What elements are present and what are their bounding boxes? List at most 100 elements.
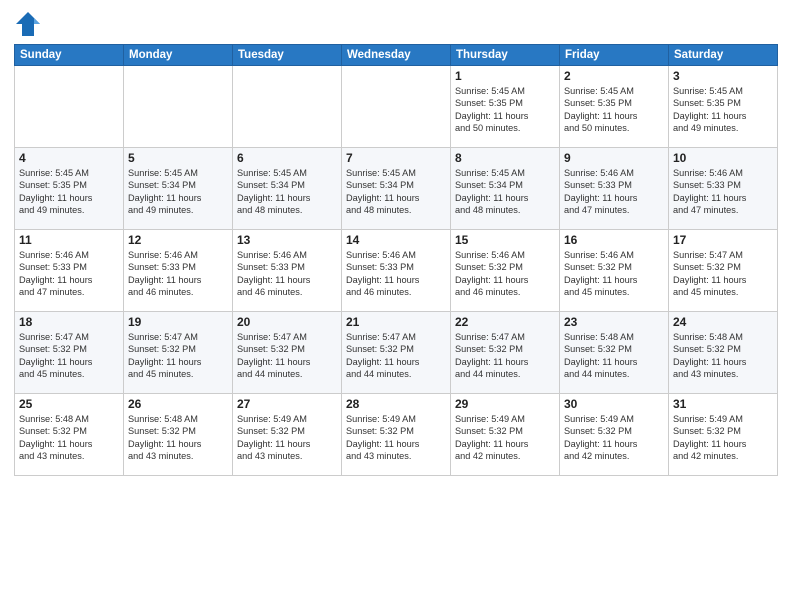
day-detail: Sunrise: 5:45 AM Sunset: 5:34 PM Dayligh… xyxy=(237,167,337,217)
calendar-cell: 8 Sunrise: 5:45 AM Sunset: 5:34 PM Daylig… xyxy=(451,148,560,230)
calendar-cell: 24 Sunrise: 5:48 AM Sunset: 5:32 PM Dayli… xyxy=(669,312,778,394)
calendar-header-monday: Monday xyxy=(124,45,233,66)
day-detail: Sunrise: 5:46 AM Sunset: 5:33 PM Dayligh… xyxy=(346,249,446,299)
calendar-header-wednesday: Wednesday xyxy=(342,45,451,66)
day-detail: Sunrise: 5:49 AM Sunset: 5:32 PM Dayligh… xyxy=(673,413,773,463)
calendar-cell: 5 Sunrise: 5:45 AM Sunset: 5:34 PM Daylig… xyxy=(124,148,233,230)
calendar-cell: 9 Sunrise: 5:46 AM Sunset: 5:33 PM Daylig… xyxy=(560,148,669,230)
calendar-page: SundayMondayTuesdayWednesdayThursdayFrid… xyxy=(0,0,792,612)
day-detail: Sunrise: 5:45 AM Sunset: 5:34 PM Dayligh… xyxy=(346,167,446,217)
calendar-cell: 21 Sunrise: 5:47 AM Sunset: 5:32 PM Dayli… xyxy=(342,312,451,394)
day-number: 14 xyxy=(346,233,446,247)
day-detail: Sunrise: 5:49 AM Sunset: 5:32 PM Dayligh… xyxy=(564,413,664,463)
day-detail: Sunrise: 5:46 AM Sunset: 5:33 PM Dayligh… xyxy=(564,167,664,217)
day-detail: Sunrise: 5:46 AM Sunset: 5:32 PM Dayligh… xyxy=(455,249,555,299)
calendar-cell: 7 Sunrise: 5:45 AM Sunset: 5:34 PM Daylig… xyxy=(342,148,451,230)
calendar-cell: 4Sunrise: 5:45 AM Sunset: 5:35 PM Daylig… xyxy=(15,148,124,230)
day-detail: Sunrise: 5:46 AM Sunset: 5:33 PM Dayligh… xyxy=(128,249,228,299)
calendar-cell xyxy=(15,66,124,148)
day-number: 9 xyxy=(564,151,664,165)
day-detail: Sunrise: 5:47 AM Sunset: 5:32 PM Dayligh… xyxy=(346,331,446,381)
calendar-cell: 25 Sunrise: 5:48 AM Sunset: 5:32 PM Dayli… xyxy=(15,394,124,476)
day-number: 23 xyxy=(564,315,664,329)
day-detail: Sunrise: 5:49 AM Sunset: 5:32 PM Dayligh… xyxy=(346,413,446,463)
day-number: 27 xyxy=(237,397,337,411)
logo xyxy=(14,10,46,38)
calendar-table: SundayMondayTuesdayWednesdayThursdayFrid… xyxy=(14,44,778,476)
calendar-cell xyxy=(233,66,342,148)
day-number: 6 xyxy=(237,151,337,165)
day-detail: Sunrise: 5:45 AM Sunset: 5:35 PM Dayligh… xyxy=(19,167,119,217)
calendar-cell: 17 Sunrise: 5:47 AM Sunset: 5:32 PM Dayli… xyxy=(669,230,778,312)
calendar-cell: 12 Sunrise: 5:46 AM Sunset: 5:33 PM Dayli… xyxy=(124,230,233,312)
calendar-cell: 11Sunrise: 5:46 AM Sunset: 5:33 PM Dayli… xyxy=(15,230,124,312)
calendar-header-thursday: Thursday xyxy=(451,45,560,66)
day-number: 15 xyxy=(455,233,555,247)
calendar-header-sunday: Sunday xyxy=(15,45,124,66)
calendar-week-4: 25 Sunrise: 5:48 AM Sunset: 5:32 PM Dayli… xyxy=(15,394,778,476)
calendar-cell: 31 Sunrise: 5:49 AM Sunset: 5:32 PM Dayli… xyxy=(669,394,778,476)
calendar-cell: 13 Sunrise: 5:46 AM Sunset: 5:33 PM Dayli… xyxy=(233,230,342,312)
day-number: 5 xyxy=(128,151,228,165)
day-detail: Sunrise: 5:47 AM Sunset: 5:32 PM Dayligh… xyxy=(237,331,337,381)
day-number: 25 xyxy=(19,397,119,411)
day-number: 13 xyxy=(237,233,337,247)
calendar-cell: 1Sunrise: 5:45 AM Sunset: 5:35 PM Daylig… xyxy=(451,66,560,148)
day-number: 30 xyxy=(564,397,664,411)
calendar-cell: 20Sunrise: 5:47 AM Sunset: 5:32 PM Dayli… xyxy=(233,312,342,394)
day-number: 7 xyxy=(346,151,446,165)
day-detail: Sunrise: 5:47 AM Sunset: 5:32 PM Dayligh… xyxy=(455,331,555,381)
calendar-cell: 19Sunrise: 5:47 AM Sunset: 5:32 PM Dayli… xyxy=(124,312,233,394)
calendar-cell: 16 Sunrise: 5:46 AM Sunset: 5:32 PM Dayli… xyxy=(560,230,669,312)
day-detail: Sunrise: 5:46 AM Sunset: 5:33 PM Dayligh… xyxy=(19,249,119,299)
day-detail: Sunrise: 5:45 AM Sunset: 5:35 PM Dayligh… xyxy=(673,85,773,135)
day-detail: Sunrise: 5:45 AM Sunset: 5:34 PM Dayligh… xyxy=(128,167,228,217)
day-number: 8 xyxy=(455,151,555,165)
calendar-week-3: 18 Sunrise: 5:47 AM Sunset: 5:32 PM Dayli… xyxy=(15,312,778,394)
calendar-cell: 30 Sunrise: 5:49 AM Sunset: 5:32 PM Dayli… xyxy=(560,394,669,476)
day-detail: Sunrise: 5:45 AM Sunset: 5:35 PM Dayligh… xyxy=(564,85,664,135)
calendar-cell xyxy=(124,66,233,148)
calendar-cell: 2Sunrise: 5:45 AM Sunset: 5:35 PM Daylig… xyxy=(560,66,669,148)
day-detail: Sunrise: 5:48 AM Sunset: 5:32 PM Dayligh… xyxy=(564,331,664,381)
day-number: 17 xyxy=(673,233,773,247)
calendar-header-row: SundayMondayTuesdayWednesdayThursdayFrid… xyxy=(15,45,778,66)
calendar-week-0: 1Sunrise: 5:45 AM Sunset: 5:35 PM Daylig… xyxy=(15,66,778,148)
day-number: 18 xyxy=(19,315,119,329)
calendar-cell: 26Sunrise: 5:48 AM Sunset: 5:32 PM Dayli… xyxy=(124,394,233,476)
day-number: 3 xyxy=(673,69,773,83)
calendar-cell: 22 Sunrise: 5:47 AM Sunset: 5:32 PM Dayli… xyxy=(451,312,560,394)
day-detail: Sunrise: 5:48 AM Sunset: 5:32 PM Dayligh… xyxy=(673,331,773,381)
calendar-cell: 14 Sunrise: 5:46 AM Sunset: 5:33 PM Dayli… xyxy=(342,230,451,312)
day-detail: Sunrise: 5:49 AM Sunset: 5:32 PM Dayligh… xyxy=(455,413,555,463)
day-detail: Sunrise: 5:47 AM Sunset: 5:32 PM Dayligh… xyxy=(128,331,228,381)
calendar-cell: 29Sunrise: 5:49 AM Sunset: 5:32 PM Dayli… xyxy=(451,394,560,476)
calendar-cell: 15 Sunrise: 5:46 AM Sunset: 5:32 PM Dayli… xyxy=(451,230,560,312)
day-detail: Sunrise: 5:47 AM Sunset: 5:32 PM Dayligh… xyxy=(673,249,773,299)
calendar-header-friday: Friday xyxy=(560,45,669,66)
day-detail: Sunrise: 5:48 AM Sunset: 5:32 PM Dayligh… xyxy=(19,413,119,463)
day-number: 31 xyxy=(673,397,773,411)
day-number: 10 xyxy=(673,151,773,165)
calendar-cell: 10 Sunrise: 5:46 AM Sunset: 5:33 PM Dayli… xyxy=(669,148,778,230)
calendar-cell: 6 Sunrise: 5:45 AM Sunset: 5:34 PM Daylig… xyxy=(233,148,342,230)
day-detail: Sunrise: 5:46 AM Sunset: 5:33 PM Dayligh… xyxy=(673,167,773,217)
day-detail: Sunrise: 5:45 AM Sunset: 5:34 PM Dayligh… xyxy=(455,167,555,217)
calendar-header-tuesday: Tuesday xyxy=(233,45,342,66)
day-detail: Sunrise: 5:49 AM Sunset: 5:32 PM Dayligh… xyxy=(237,413,337,463)
day-detail: Sunrise: 5:46 AM Sunset: 5:32 PM Dayligh… xyxy=(564,249,664,299)
header xyxy=(14,10,778,38)
day-detail: Sunrise: 5:46 AM Sunset: 5:33 PM Dayligh… xyxy=(237,249,337,299)
day-detail: Sunrise: 5:48 AM Sunset: 5:32 PM Dayligh… xyxy=(128,413,228,463)
day-detail: Sunrise: 5:47 AM Sunset: 5:32 PM Dayligh… xyxy=(19,331,119,381)
calendar-week-1: 4Sunrise: 5:45 AM Sunset: 5:35 PM Daylig… xyxy=(15,148,778,230)
calendar-week-2: 11Sunrise: 5:46 AM Sunset: 5:33 PM Dayli… xyxy=(15,230,778,312)
calendar-header-saturday: Saturday xyxy=(669,45,778,66)
day-number: 24 xyxy=(673,315,773,329)
day-number: 12 xyxy=(128,233,228,247)
calendar-cell: 23 Sunrise: 5:48 AM Sunset: 5:32 PM Dayli… xyxy=(560,312,669,394)
day-number: 22 xyxy=(455,315,555,329)
day-number: 16 xyxy=(564,233,664,247)
day-number: 21 xyxy=(346,315,446,329)
day-number: 28 xyxy=(346,397,446,411)
